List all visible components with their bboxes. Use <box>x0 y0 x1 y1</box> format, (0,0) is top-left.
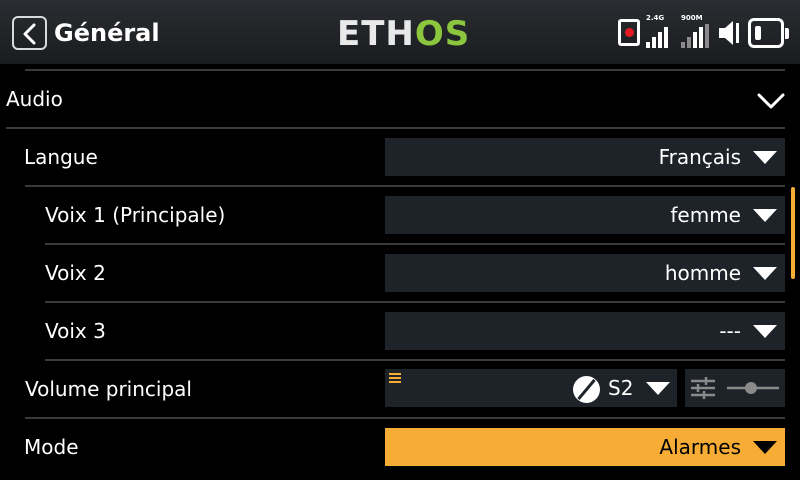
voix3-value: --- <box>719 319 741 343</box>
back-icon <box>23 23 36 45</box>
voix1-dropdown[interactable]: femme <box>385 196 785 234</box>
langue-label: Langue <box>24 145 98 169</box>
scrollbar[interactable] <box>791 187 795 279</box>
disabled-icon <box>573 376 600 403</box>
back-button[interactable] <box>12 16 47 50</box>
ethos-logo: ETHOS <box>337 14 471 54</box>
signal-900m-icon: 900M <box>681 14 715 48</box>
divider <box>25 69 785 71</box>
divider <box>45 301 785 303</box>
volume-adjust-button[interactable] <box>685 369 785 407</box>
dropdown-arrow-icon <box>753 325 777 338</box>
dropdown-arrow-icon <box>753 209 777 222</box>
langue-dropdown[interactable]: Français <box>385 138 785 176</box>
dropdown-arrow-icon <box>646 382 670 395</box>
voix2-value: homme <box>664 261 741 285</box>
divider <box>25 185 785 187</box>
section-title-audio[interactable]: Audio <box>6 85 63 113</box>
volume-label: Volume principal <box>25 377 192 401</box>
volume-source-dropdown[interactable]: S2 <box>385 369 677 407</box>
battery-icon <box>748 18 789 48</box>
signal-2-4g-icon: 2.4G <box>646 14 674 48</box>
divider <box>45 359 785 361</box>
sliders-icon <box>691 377 779 399</box>
voix1-label: Voix 1 (Principale) <box>45 203 226 227</box>
speaker-icon <box>718 19 744 51</box>
dropdown-arrow-icon <box>753 267 777 280</box>
divider <box>25 417 785 419</box>
mode-label: Mode <box>24 435 79 459</box>
top-bar: Général ETHOS 2.4G 900M <box>0 0 800 64</box>
voix3-label: Voix 3 <box>45 319 106 343</box>
divider <box>6 127 785 129</box>
menu-lines-icon <box>389 373 401 385</box>
page-title: Général <box>54 19 160 47</box>
mode-value: Alarmes <box>659 435 741 459</box>
record-icon <box>618 19 640 46</box>
voix3-dropdown[interactable]: --- <box>385 312 785 350</box>
chevron-down-icon[interactable] <box>757 92 785 110</box>
dropdown-arrow-icon <box>753 441 777 454</box>
voix2-dropdown[interactable]: homme <box>385 254 785 292</box>
langue-value: Français <box>658 145 741 169</box>
volume-source-value: S2 <box>608 376 634 400</box>
voix2-label: Voix 2 <box>45 261 106 285</box>
voix1-value: femme <box>670 203 741 227</box>
mode-dropdown[interactable]: Alarmes <box>385 428 785 466</box>
dropdown-arrow-icon <box>753 151 777 164</box>
divider <box>45 243 785 245</box>
